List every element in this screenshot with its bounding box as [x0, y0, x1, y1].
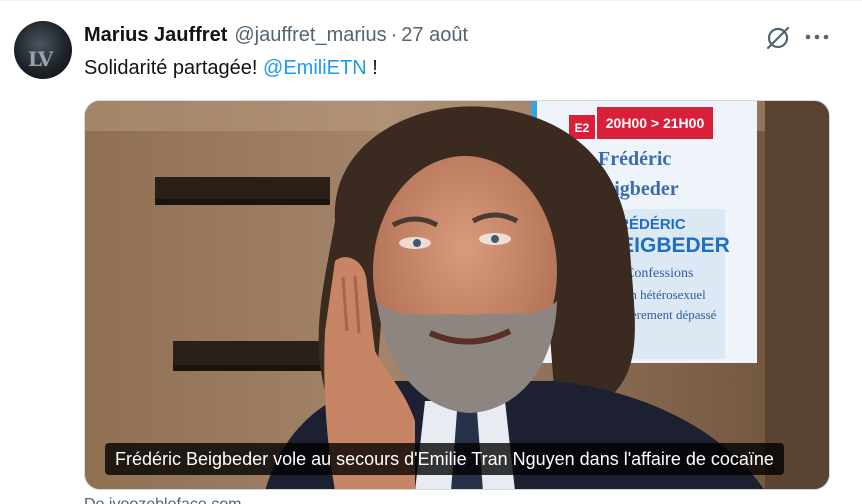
card-photo: E2 20H00 > 21H00 Frédéric Beigbeder FRÉD…	[85, 101, 829, 489]
author-handle[interactable]: @jauffret_marius	[234, 24, 386, 47]
tweet-text-after: !	[366, 57, 378, 79]
more-icon	[805, 34, 829, 40]
link-card[interactable]: E2 20H00 > 21H00 Frédéric Beigbeder FRÉD…	[84, 100, 830, 490]
poster-book-line3: Confessions	[625, 266, 693, 281]
tweet-date[interactable]: 27 août	[401, 24, 468, 47]
avatar-letters: LV	[28, 47, 53, 71]
grok-icon	[766, 26, 790, 50]
card-caption: Frédéric Beigbeder vole au secours d'Emi…	[105, 443, 784, 475]
avatar[interactable]: LV	[14, 21, 72, 79]
poster-time: 20H00 > 21H00	[606, 115, 705, 131]
more-button[interactable]	[803, 26, 831, 48]
tweet-text-before: Solidarité partagée!	[84, 57, 264, 79]
author-name[interactable]: Marius Jauffret	[84, 24, 227, 47]
divider	[0, 0, 862, 1]
mention-link[interactable]: @EmiliETN	[263, 57, 367, 79]
separator-dot: ·	[390, 24, 398, 46]
tweet[interactable]: LV Marius Jauffret @jauffret_marius · 27…	[0, 0, 862, 504]
tweet-text: Solidarité partagée! @EmiliETN !	[84, 57, 378, 80]
tweet-header: Marius Jauffret @jauffret_marius · 27 ao…	[84, 24, 468, 48]
card-source[interactable]: De ivoozebleface.com	[84, 496, 241, 504]
poster-channel: E2	[575, 121, 590, 135]
poster-name-line1: Frédéric	[598, 148, 671, 170]
grok-button[interactable]	[764, 24, 792, 52]
